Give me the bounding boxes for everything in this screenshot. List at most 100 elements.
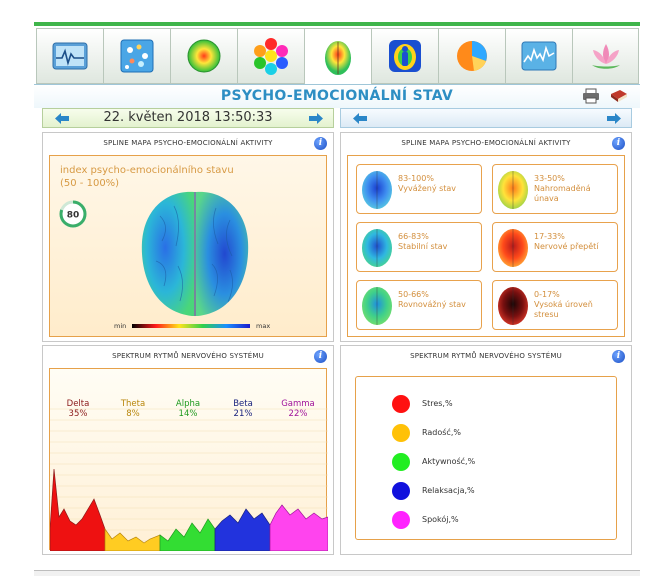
state-color-dot — [392, 453, 410, 471]
title-row: PSYCHO-EMOCIONÁLNÍ STAV — [34, 84, 640, 108]
spectrum-band-area — [50, 468, 106, 551]
state-label: Radość,% — [422, 428, 461, 437]
brain-state-icon — [362, 229, 392, 267]
panel-title: SPEKTRUM RYTMŮ NERVOVÉHO SYSTÉMU — [112, 352, 264, 360]
band-label: Gamma 22% — [270, 399, 326, 419]
tab-waveform[interactable] — [505, 28, 572, 84]
legend-card: 33-50% Nahromaděná únava — [492, 164, 618, 214]
index-gauge: 80 — [59, 200, 87, 228]
energy-ball-icon — [187, 39, 221, 73]
legend-line1: Rovnovážný stav — [398, 300, 466, 309]
tab-aura[interactable] — [371, 28, 438, 84]
legend-text: 66-83% Stabilní stav — [398, 232, 447, 252]
spectrum-band-area — [104, 527, 161, 551]
legend-text: 17-33% Nervové přepětí — [534, 232, 599, 252]
index-label: index psycho-emocionálního stavu — [60, 165, 234, 176]
spectrum-chart — [50, 408, 328, 551]
legend-range: 17-33% — [534, 232, 565, 241]
legend-line1: Stabilní stav — [398, 242, 448, 251]
arrow-right-icon[interactable] — [607, 113, 621, 124]
brain-state-icon — [498, 229, 528, 267]
state-label: Stres,% — [422, 399, 453, 408]
map-legend-panel: SPLINE MAPA PSYCHO-EMOCIONÁLNÍ AKTIVITY … — [340, 132, 632, 342]
page-title: PSYCHO-EMOCIONÁLNÍ STAV — [220, 88, 454, 104]
legend-range: 83-100% — [398, 174, 434, 183]
cells-icon — [120, 39, 154, 73]
brain-state-icon — [498, 287, 528, 325]
brain-state-icon — [498, 171, 528, 209]
hexagons-icon — [254, 38, 288, 75]
legend-card: 50-66% Rovnovážný stav — [356, 280, 482, 330]
scale-min-label: min — [114, 322, 127, 330]
legend-line2: stresu — [534, 310, 559, 319]
spectrum-band-area — [159, 518, 216, 551]
brain-icon — [325, 40, 351, 75]
band-label: Delta 35% — [50, 399, 106, 419]
brain-state-icon — [362, 287, 392, 325]
arrow-right-icon[interactable] — [309, 113, 323, 124]
band-label: Theta 8% — [105, 399, 161, 419]
band-value: 14% — [178, 409, 198, 419]
state-color-dot — [392, 395, 410, 413]
band-name: Theta — [120, 399, 146, 409]
states-list: Stres,% Radość,% Aktywność,% Relaksacja,% Sp… — [355, 376, 617, 540]
legend-line1: Nervové přepětí — [534, 242, 599, 251]
tab-cells[interactable] — [103, 28, 170, 84]
brain-map-area: index psycho-emocionálního stavu (50 - 1… — [49, 155, 327, 337]
book-icon[interactable] — [610, 88, 628, 104]
legend-area: 83-100% Vyvážený stav 33-50% Nahromaděná úna… — [347, 155, 625, 337]
waveform-icon — [521, 41, 557, 71]
band-value: 8% — [126, 409, 140, 419]
spectrum-area: Delta 35% Theta 8% Alpha 14% Beta 21% Gamma 22% — [49, 368, 328, 551]
compare-date-navigator — [340, 108, 632, 128]
band-value: 35% — [68, 409, 88, 419]
scale-gradient-bar — [132, 324, 250, 328]
tab-pie[interactable] — [438, 28, 505, 84]
spectrum-band-area — [269, 504, 328, 551]
tab-hexagons[interactable] — [237, 28, 304, 84]
index-value: 80 — [67, 211, 80, 221]
legend-range: 0-17% — [534, 290, 560, 299]
state-color-dot — [392, 511, 410, 529]
legend-range: 66-83% — [398, 232, 429, 241]
arrow-left-icon[interactable] — [353, 113, 367, 124]
printer-icon[interactable] — [582, 88, 600, 104]
spectrum-band-area — [214, 508, 271, 551]
legend-line1: Vysoká úroveň — [534, 300, 593, 309]
legend-card: 83-100% Vyvážený stav — [356, 164, 482, 214]
tab-lotus[interactable] — [572, 28, 639, 84]
band-name: Gamma — [281, 399, 315, 409]
legend-range: 50-66% — [398, 290, 429, 299]
brain-state-icon — [362, 171, 392, 209]
tab-energy[interactable] — [170, 28, 237, 84]
legend-card: 0-17% Vysoká úroveň stresu — [492, 280, 618, 330]
band-value: 22% — [288, 409, 308, 419]
state-label: Relaksacja,% — [422, 486, 475, 495]
brain-map-image — [141, 191, 249, 316]
scale-max-label: max — [256, 322, 271, 330]
info-icon[interactable]: i — [314, 350, 327, 363]
legend-range: 33-50% — [534, 174, 565, 183]
band-name: Alpha — [175, 399, 201, 409]
legend-line2: únava — [534, 194, 559, 203]
legend-text: 0-17% Vysoká úroveň stresu — [534, 290, 593, 320]
info-icon[interactable]: i — [612, 137, 625, 150]
info-icon[interactable]: i — [314, 137, 327, 150]
states-legend-panel: SPEKTRUM RYTMŮ NERVOVÉHO SYSTÉMU i Stres… — [340, 345, 632, 555]
aura-icon — [389, 40, 421, 72]
state-color-dot — [392, 424, 410, 442]
legend-text: 50-66% Rovnovážný stav — [398, 290, 466, 310]
info-icon[interactable]: i — [612, 350, 625, 363]
date-navigator: 22. květen 2018 13:50:33 — [42, 108, 334, 128]
tab-cardio[interactable] — [36, 28, 103, 84]
horizontal-scrollbar[interactable] — [34, 570, 640, 576]
cardio-icon — [52, 42, 88, 70]
state-label: Spokój,% — [422, 515, 459, 524]
top-accent-line — [34, 22, 640, 26]
legend-text: 33-50% Nahromaděná únava — [534, 174, 591, 204]
state-color-dot — [392, 482, 410, 500]
tab-brain[interactable] — [304, 28, 371, 86]
spline-map-panel: SPLINE MAPA PSYCHO-EMOCIONÁLNÍ AKTIVITY … — [42, 132, 334, 342]
band-label: Beta 21% — [215, 399, 271, 419]
legend-text: 83-100% Vyvážený stav — [398, 174, 456, 194]
